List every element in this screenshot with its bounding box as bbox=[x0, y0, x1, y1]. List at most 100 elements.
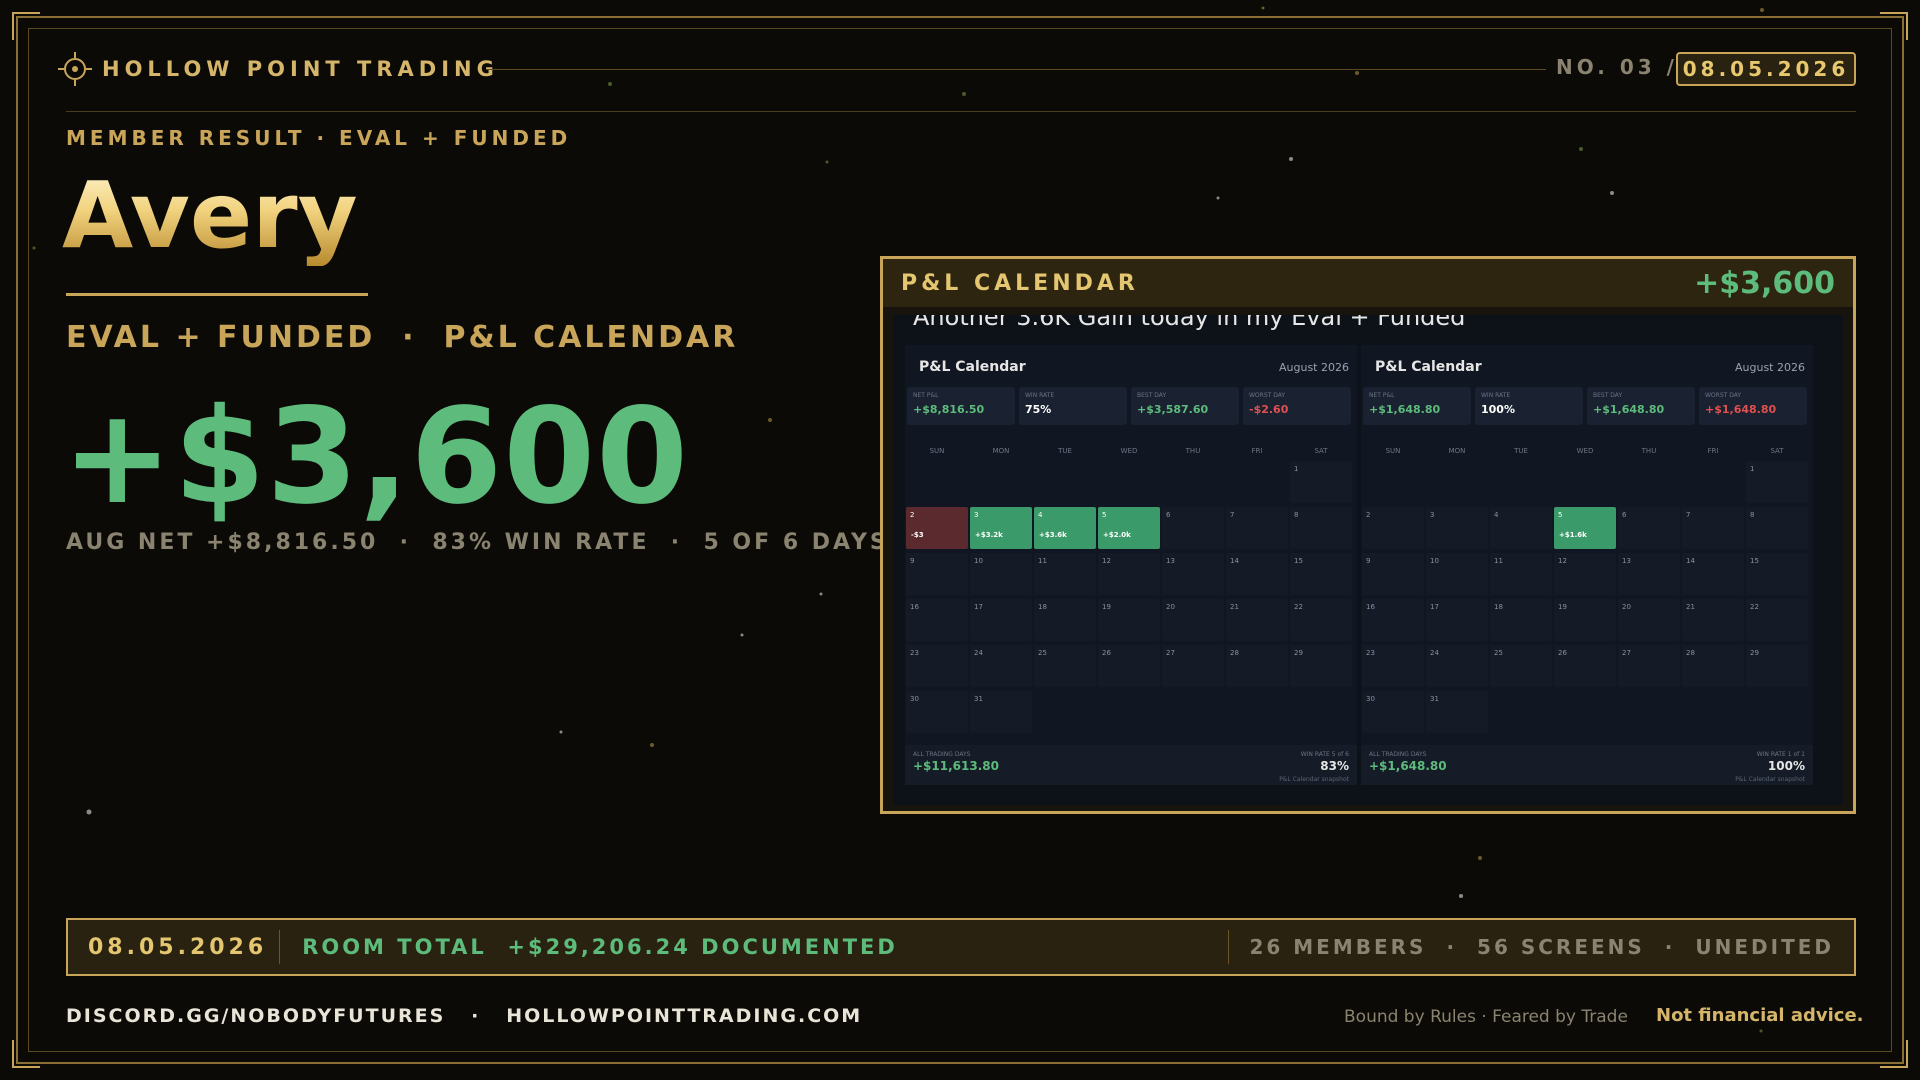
day-number: 24 bbox=[974, 649, 983, 657]
calendar-day-cell: 11 bbox=[1034, 553, 1096, 595]
day-number: 10 bbox=[1430, 557, 1439, 565]
snapshot-note: P&L Calendar snapshot bbox=[1279, 776, 1349, 783]
day-number: 7 bbox=[1686, 511, 1691, 519]
header-divider bbox=[486, 69, 1546, 70]
weekday-label: THU bbox=[1641, 447, 1657, 455]
brand-name: HOLLOW POINT TRADING bbox=[102, 57, 499, 81]
kpi-value: +$1,648.80 bbox=[1593, 403, 1665, 416]
calendar-day-cell: 7 bbox=[1226, 507, 1288, 549]
day-number: 6 bbox=[1622, 511, 1627, 519]
calendar-footer: ALL TRADING DAYS +$1,648.80 WIN RATE 1 of … bbox=[1361, 745, 1813, 785]
calendar-day-cell: 2 -$3 bbox=[906, 507, 968, 549]
calendar-day-cell: 27 bbox=[1618, 645, 1680, 687]
calendar-day-cell: 16 bbox=[1362, 599, 1424, 641]
day-pnl: +$1.6k bbox=[1559, 531, 1587, 539]
weekday-label: SAT bbox=[1314, 447, 1328, 455]
calendar-day-cell: 3 +$3.2k bbox=[970, 507, 1032, 549]
kpi-card: BEST DAY +$3,587.60 bbox=[1131, 387, 1239, 425]
kpi-label: WORST DAY bbox=[1705, 392, 1742, 399]
day-number: 29 bbox=[1750, 649, 1759, 657]
footer-links[interactable]: DISCORD.GG/NOBODYFUTURES · HOLLOWPOINTTR… bbox=[66, 1005, 862, 1027]
panel-title: P&L CALENDAR bbox=[901, 270, 1139, 296]
calendar-day-cell: 26 bbox=[1098, 645, 1160, 687]
kpi-value: +$1,648.80 bbox=[1369, 403, 1441, 416]
calendar-day-cell: 30 bbox=[906, 691, 968, 733]
calendar-day-cell: 5 +$2.0k bbox=[1098, 507, 1160, 549]
kpi-value: +$3,587.60 bbox=[1137, 403, 1209, 416]
kpi-card: NET P&L +$8,816.50 bbox=[907, 387, 1015, 425]
result-subtitle: EVAL + FUNDED · P&L CALENDAR bbox=[66, 320, 739, 355]
day-number: 13 bbox=[1622, 557, 1631, 565]
calendar-day-cell: 27 bbox=[1162, 645, 1224, 687]
calendar-day-cell: 30 bbox=[1362, 691, 1424, 733]
day-number: 21 bbox=[1230, 603, 1239, 611]
room-total-banner: 08.05.2026 ROOM TOTAL +$29,206.24 DOCUME… bbox=[66, 918, 1856, 976]
calendar-day-cell: 20 bbox=[1618, 599, 1680, 641]
day-number: 3 bbox=[1430, 511, 1435, 519]
calendar-day-cell: 9 bbox=[1362, 553, 1424, 595]
calendar-day-cell: 21 bbox=[1682, 599, 1744, 641]
weekday-label: FRI bbox=[1251, 447, 1263, 455]
calendar-day-cell: 6 bbox=[1162, 507, 1224, 549]
day-number: 19 bbox=[1102, 603, 1111, 611]
day-number: 7 bbox=[1230, 511, 1235, 519]
calendar-day-cell: 13 bbox=[1618, 553, 1680, 595]
calendar-day-cell: 3 bbox=[1426, 507, 1488, 549]
weekday-label: TUE bbox=[1058, 447, 1072, 455]
kpi-value: 100% bbox=[1481, 403, 1515, 416]
weekday-label: MON bbox=[992, 447, 1010, 455]
day-number: 9 bbox=[910, 557, 915, 565]
day-number: 23 bbox=[1366, 649, 1375, 657]
day-number: 10 bbox=[974, 557, 983, 565]
day-number: 6 bbox=[1166, 511, 1171, 519]
calendar-day-cell: 16 bbox=[906, 599, 968, 641]
day-number: 4 bbox=[1038, 511, 1043, 519]
day-number: 17 bbox=[974, 603, 983, 611]
weekday-label: THU bbox=[1185, 447, 1201, 455]
day-number: 2 bbox=[1366, 511, 1371, 519]
calendar-day-cell: 1 bbox=[1746, 461, 1808, 503]
member-name: Avery bbox=[62, 162, 358, 269]
day-pnl: +$3.2k bbox=[975, 531, 1003, 539]
day-number: 9 bbox=[1366, 557, 1371, 565]
kpi-value: +$1,648.80 bbox=[1705, 403, 1777, 416]
corner-ornament-top-left bbox=[12, 12, 40, 40]
winrate-value: 83% bbox=[1320, 759, 1349, 773]
panel-pnl: +$3,600 bbox=[1694, 265, 1835, 301]
day-number: 3 bbox=[974, 511, 979, 519]
day-number: 31 bbox=[1430, 695, 1439, 703]
calendar-day-cell: 10 bbox=[970, 553, 1032, 595]
day-number: 2 bbox=[910, 511, 915, 519]
day-number: 20 bbox=[1166, 603, 1175, 611]
calendar-day-cell: 29 bbox=[1746, 645, 1808, 687]
calendar-day-cell: 8 bbox=[1290, 507, 1352, 549]
calendar-day-cell: 10 bbox=[1426, 553, 1488, 595]
kpi-value: -$2.60 bbox=[1249, 403, 1289, 416]
corner-ornament-top-right bbox=[1880, 12, 1908, 40]
kpi-value: +$8,816.50 bbox=[913, 403, 985, 416]
day-number: 28 bbox=[1686, 649, 1695, 657]
calendar-day-cell: 26 bbox=[1554, 645, 1616, 687]
calendar-day-cell: 31 bbox=[970, 691, 1032, 733]
day-pnl: -$3 bbox=[911, 531, 924, 539]
footer-disclaimer: Not financial advice. bbox=[1656, 1005, 1864, 1026]
calendar-day-cell: 20 bbox=[1162, 599, 1224, 641]
corner-ornament-bottom-left bbox=[12, 1040, 40, 1068]
calendar-day-cell: 29 bbox=[1290, 645, 1352, 687]
day-pnl: +$3.6k bbox=[1039, 531, 1067, 539]
day-number: 24 bbox=[1430, 649, 1439, 657]
calendar-day-cell: 22 bbox=[1746, 599, 1808, 641]
day-number: 5 bbox=[1102, 511, 1107, 519]
day-number: 31 bbox=[974, 695, 983, 703]
day-number: 27 bbox=[1622, 649, 1631, 657]
calendar-month: August 2026 bbox=[1279, 361, 1349, 374]
pnl-calendar-panel: P&L CALENDAR +$3,600 Another 3.6K Gain t… bbox=[880, 256, 1856, 814]
day-number: 23 bbox=[910, 649, 919, 657]
calendar-screenshot: Another 3.6K Gain today in my Eval + Fun… bbox=[893, 315, 1843, 805]
separator-dot: · bbox=[1446, 935, 1458, 959]
calendar-day-cell: 18 bbox=[1034, 599, 1096, 641]
calendar-day-cell: 12 bbox=[1554, 553, 1616, 595]
calendar-title: P&L Calendar bbox=[919, 359, 1026, 375]
day-number: 26 bbox=[1558, 649, 1567, 657]
day-number: 1 bbox=[1294, 465, 1299, 473]
